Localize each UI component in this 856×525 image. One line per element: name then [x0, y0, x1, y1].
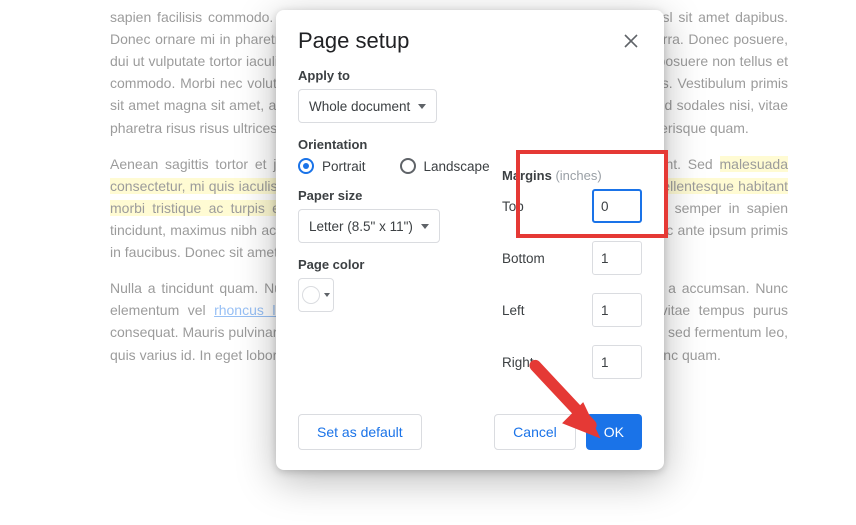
- radio-portrait-label: Portrait: [322, 159, 366, 174]
- margins-label: Margins: [502, 168, 552, 183]
- margin-left-input[interactable]: [592, 293, 642, 327]
- paper-size-value: Letter (8.5" x 11"): [309, 219, 413, 234]
- radio-landscape[interactable]: Landscape: [400, 158, 490, 174]
- orientation-label: Orientation: [298, 137, 642, 152]
- radio-portrait[interactable]: Portrait: [298, 158, 366, 174]
- page-color-picker[interactable]: [298, 278, 334, 312]
- close-icon[interactable]: [620, 30, 642, 52]
- paper-size-dropdown[interactable]: Letter (8.5" x 11"): [298, 209, 440, 243]
- radio-icon: [400, 158, 416, 174]
- cancel-button[interactable]: Cancel: [494, 414, 576, 450]
- margin-bottom-label: Bottom: [502, 251, 545, 266]
- margins-group: Margins (inches) Top Bottom Left Right: [502, 168, 642, 397]
- apply-to-dropdown[interactable]: Whole document: [298, 89, 437, 123]
- set-as-default-button[interactable]: Set as default: [298, 414, 422, 450]
- apply-to-label: Apply to: [298, 68, 642, 83]
- page-setup-dialog: Page setup Apply to Whole document Orien…: [276, 10, 664, 470]
- margin-right-label: Right: [502, 355, 534, 370]
- radio-icon: [298, 158, 314, 174]
- chevron-down-icon: [421, 224, 429, 229]
- color-swatch: [302, 286, 320, 304]
- ok-button[interactable]: OK: [586, 414, 642, 450]
- apply-to-value: Whole document: [309, 99, 410, 114]
- margin-bottom-input[interactable]: [592, 241, 642, 275]
- radio-landscape-label: Landscape: [424, 159, 490, 174]
- margins-unit: (inches): [555, 168, 601, 183]
- dialog-title: Page setup: [298, 28, 409, 54]
- margin-top-input[interactable]: [592, 189, 642, 223]
- margin-top-label: Top: [502, 199, 524, 214]
- margin-right-input[interactable]: [592, 345, 642, 379]
- chevron-down-icon: [418, 104, 426, 109]
- chevron-down-icon: [324, 293, 330, 297]
- margin-left-label: Left: [502, 303, 525, 318]
